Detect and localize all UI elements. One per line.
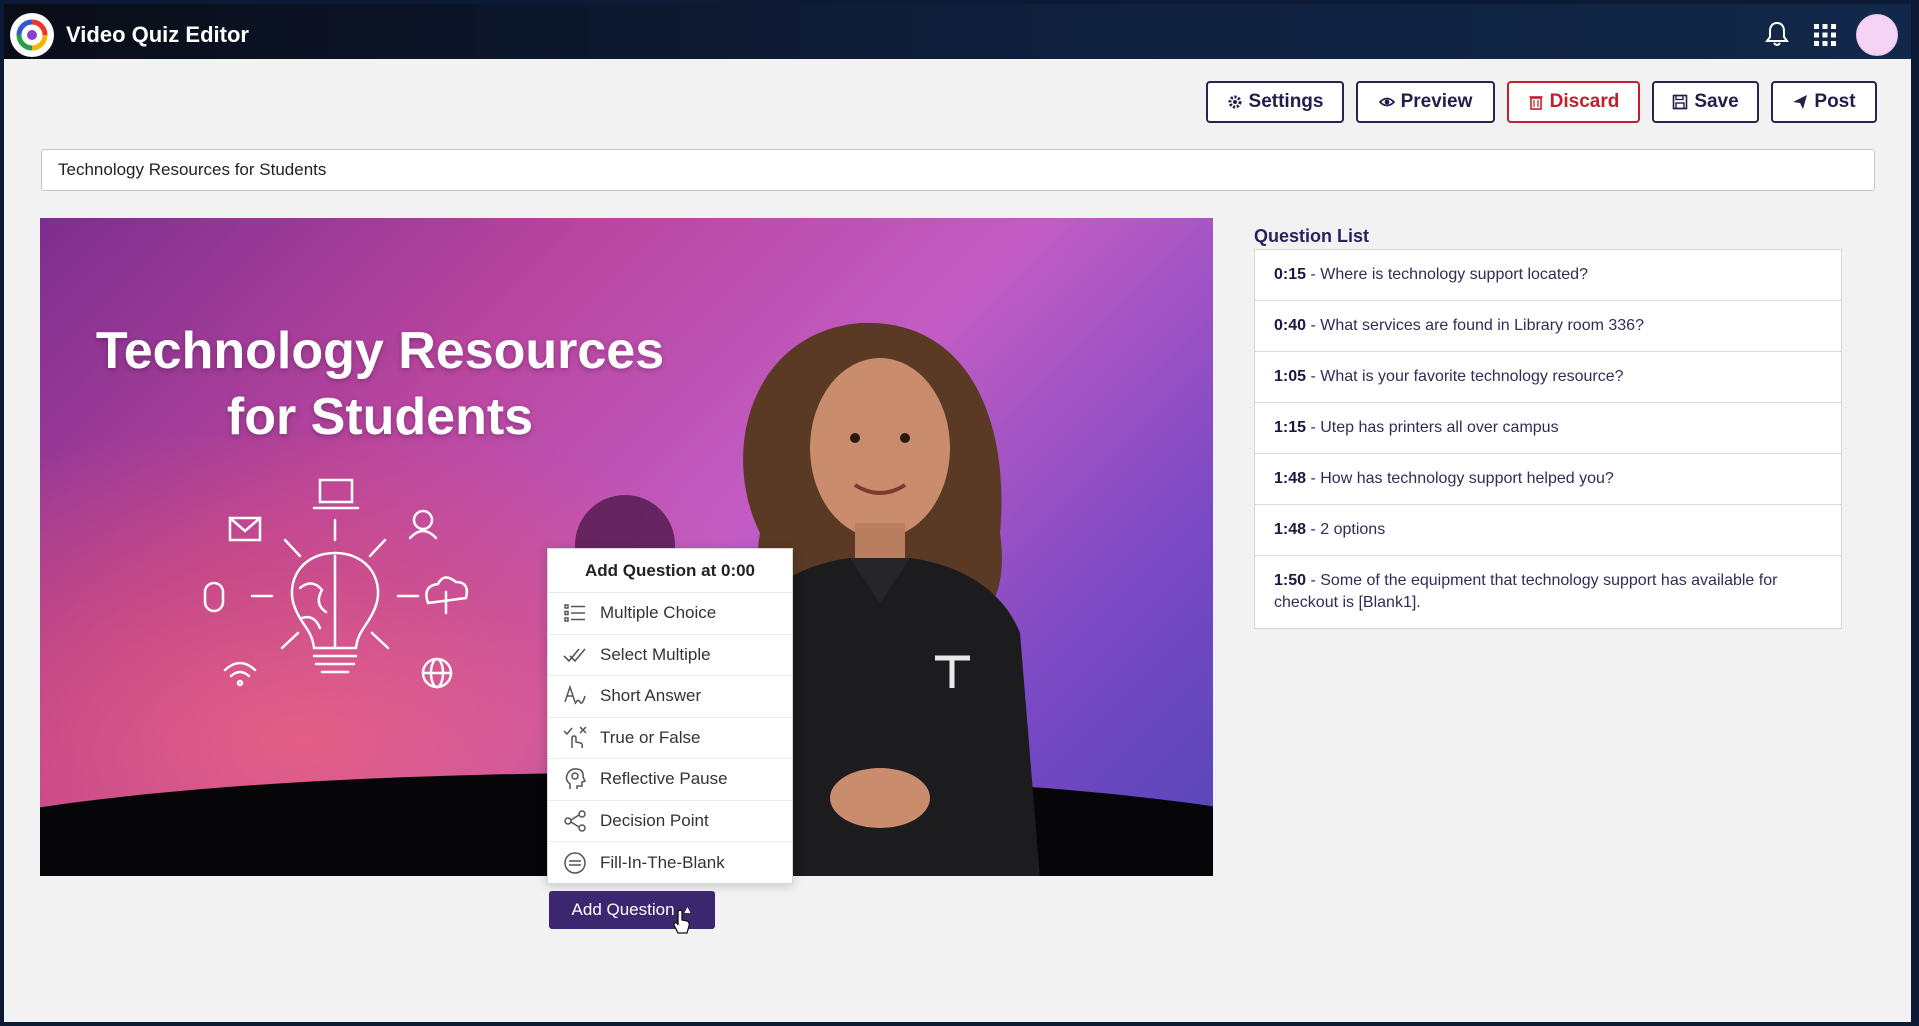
question-time: 1:05 — [1274, 368, 1307, 385]
video-title-line-1: Technology Resources — [95, 322, 665, 380]
question-text: - Where is technology support located? — [1306, 266, 1588, 283]
app-title: Video Quiz Editor — [66, 22, 249, 47]
grid-icon[interactable] — [1814, 24, 1836, 46]
eye-icon — [1378, 97, 1395, 107]
menu-item-label: Multiple Choice — [600, 603, 717, 623]
menu-item-fill-in-the-blank[interactable]: Fill-In-The-Blank — [548, 842, 792, 884]
text-answer-icon — [562, 683, 588, 709]
true-false-icon — [562, 725, 588, 751]
video-title-line-2: for Students — [226, 388, 534, 446]
menu-item-reflective-pause[interactable]: Reflective Pause — [548, 759, 792, 801]
question-list-item[interactable]: 1:15 - Utep has printers all over campus — [1255, 403, 1841, 454]
add-question-menu: Add Question at 0:00 Multiple Choice Sel… — [547, 548, 793, 884]
post-button[interactable]: Post — [1771, 81, 1877, 123]
double-check-icon — [562, 642, 588, 668]
question-text: - Utep has printers all over campus — [1306, 419, 1559, 436]
quiz-title-input[interactable] — [41, 149, 1875, 191]
question-time: 1:48 — [1274, 470, 1307, 487]
question-list: 0:15 - Where is technology support locat… — [1254, 249, 1842, 629]
settings-label: Settings — [1248, 91, 1324, 112]
question-list-item[interactable]: 1:48 - How has technology support helped… — [1255, 454, 1841, 505]
hand-pointer-icon — [673, 909, 690, 934]
save-label: Save — [1694, 91, 1739, 112]
trash-icon — [1529, 96, 1543, 110]
question-time: 1:15 — [1274, 419, 1307, 436]
bell-icon[interactable] — [1764, 20, 1790, 48]
blank-circle-icon — [562, 850, 588, 876]
lightbulb-brain-illustration — [203, 478, 469, 689]
discard-label: Discard — [1549, 91, 1620, 112]
menu-item-short-answer[interactable]: Short Answer — [548, 676, 792, 718]
question-text: - Some of the equipment that technology … — [1274, 572, 1778, 611]
video-title-text: Technology Resources for Students — [80, 318, 680, 450]
discard-button[interactable]: Discard — [1507, 81, 1640, 123]
question-list-item[interactable]: 1:50 - Some of the equipment that techno… — [1255, 556, 1841, 628]
question-time: 0:15 — [1274, 266, 1307, 283]
app-window: Video Quiz Editor Settings Preview Disca… — [4, 4, 1911, 1022]
add-question-label: Add Question — [571, 900, 675, 919]
question-list-item[interactable]: 0:15 - Where is technology support locat… — [1255, 250, 1841, 301]
settings-button[interactable]: Settings — [1206, 81, 1344, 123]
post-label: Post — [1814, 91, 1856, 112]
menu-item-label: Fill-In-The-Blank — [600, 852, 725, 872]
menu-header: Add Question at 0:00 — [548, 549, 792, 593]
preview-button[interactable]: Preview — [1356, 81, 1495, 123]
head-icon — [562, 766, 588, 792]
menu-item-true-false[interactable]: True or False — [548, 718, 792, 759]
question-time: 0:40 — [1274, 317, 1307, 334]
menu-item-label: Short Answer — [600, 686, 702, 706]
save-button[interactable]: Save — [1652, 81, 1759, 123]
menu-item-multiple-choice[interactable]: Multiple Choice — [548, 593, 792, 635]
gear-icon — [1228, 95, 1242, 109]
question-text: - What services are found in Library roo… — [1306, 317, 1644, 334]
menu-item-label: True or False — [600, 727, 701, 747]
paper-plane-icon — [1793, 95, 1808, 109]
menu-item-label: Select Multiple — [600, 644, 711, 664]
question-list-item[interactable]: 0:40 - What services are found in Librar… — [1255, 301, 1841, 352]
question-list-title: Question List — [1254, 226, 1370, 246]
question-time: 1:48 — [1274, 521, 1307, 538]
menu-item-label: Decision Point — [600, 810, 709, 830]
list-icon — [562, 600, 588, 626]
share-nodes-icon — [562, 808, 588, 834]
preview-label: Preview — [1400, 91, 1473, 112]
floppy-icon — [1673, 94, 1688, 110]
question-list-item[interactable]: 1:05 - What is your favorite technology … — [1255, 352, 1841, 403]
menu-item-select-multiple[interactable]: Select Multiple — [548, 635, 792, 676]
question-text: - 2 options — [1306, 521, 1386, 538]
question-list-item[interactable]: 1:48 - 2 options — [1255, 505, 1841, 556]
question-text: - How has technology support helped you? — [1306, 470, 1614, 487]
question-time: 1:50 — [1274, 572, 1307, 589]
menu-item-label: Reflective Pause — [600, 769, 728, 789]
logo-icon[interactable] — [10, 13, 54, 57]
top-bar: Video Quiz Editor — [4, 4, 1911, 59]
menu-item-decision-point[interactable]: Decision Point — [548, 801, 792, 842]
question-text: - What is your favorite technology resou… — [1306, 368, 1624, 385]
avatar[interactable] — [1856, 14, 1898, 56]
